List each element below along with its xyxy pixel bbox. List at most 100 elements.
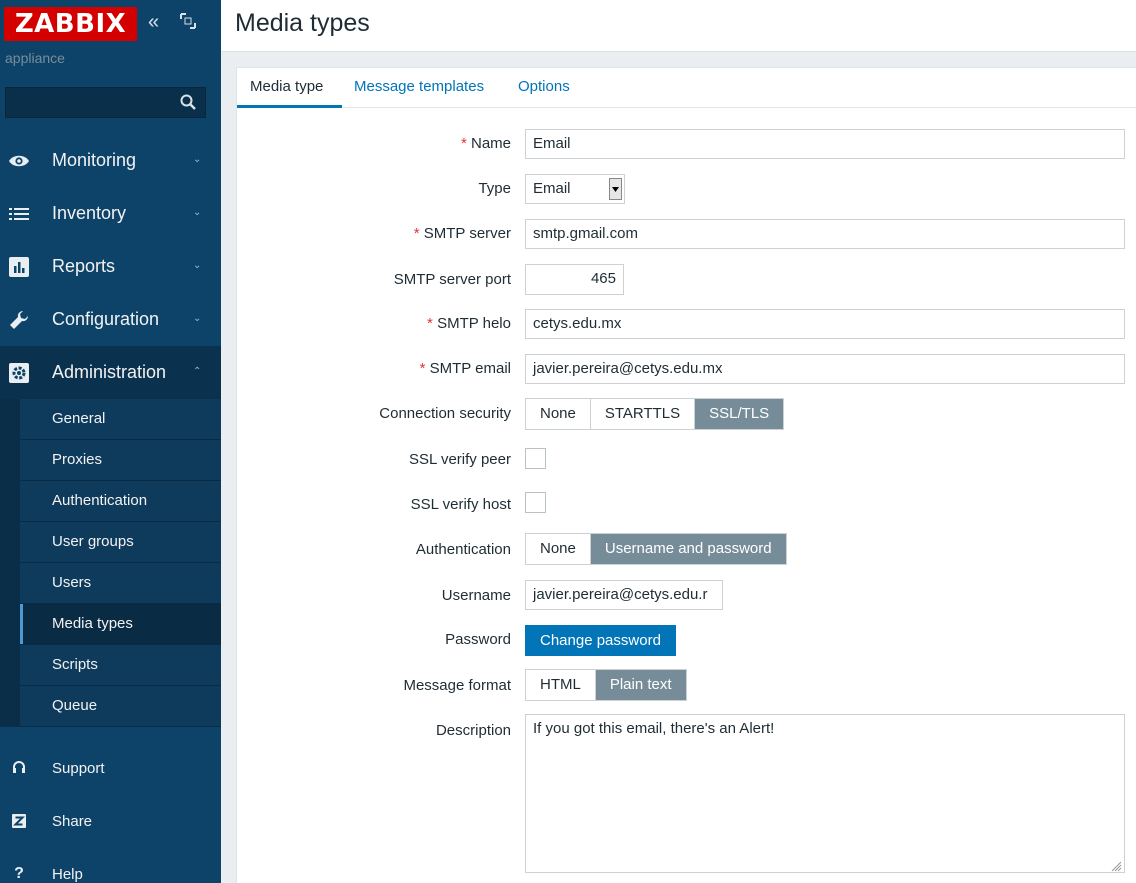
- smtp-email-input[interactable]: javier.pereira@cetys.edu.mx: [525, 354, 1125, 384]
- message-format-plain-text[interactable]: Plain text: [595, 670, 686, 700]
- name-input[interactable]: Email: [525, 129, 1125, 159]
- submenu-authentication[interactable]: Authentication: [20, 481, 221, 522]
- message-format-toggle: HTML Plain text: [525, 669, 687, 701]
- type-select-value: Email: [533, 180, 571, 197]
- menu-share[interactable]: Share: [0, 795, 221, 848]
- submenu-media-types[interactable]: Media types: [20, 604, 221, 645]
- submenu-list: General Proxies Authentication User grou…: [20, 399, 221, 727]
- menu-label: Configuration: [52, 309, 160, 329]
- server-name: appliance: [5, 50, 65, 66]
- menu-configuration[interactable]: Configuration ⌄: [0, 293, 221, 346]
- search-box: [5, 87, 206, 118]
- submenu-container: General Proxies Authentication User grou…: [0, 399, 221, 727]
- smtp-port-input[interactable]: 465: [525, 264, 624, 295]
- smtp-port-label: SMTP server port: [393, 271, 511, 288]
- menu-help[interactable]: ? Help: [0, 848, 221, 883]
- chevron-down-icon: ⌄: [193, 260, 202, 271]
- menu-label: Monitoring: [52, 150, 137, 170]
- collapse-sidebar-icon[interactable]: «: [148, 10, 159, 34]
- submenu-general[interactable]: General: [20, 399, 221, 440]
- ssl-verify-host-label: SSL verify host: [410, 496, 511, 513]
- menu-label: Support: [52, 760, 105, 777]
- password-label: Password: [445, 631, 511, 648]
- page-header: Media types: [221, 0, 1136, 52]
- smtp-helo-label-text: SMTP helo: [437, 315, 511, 332]
- required-marker: *: [460, 135, 471, 152]
- tab-media-type[interactable]: Media type: [250, 78, 323, 95]
- menu-label: Share: [52, 813, 93, 830]
- description-textarea[interactable]: If you got this email, there's an Alert!: [525, 714, 1125, 873]
- ssl-verify-host-checkbox[interactable]: [525, 492, 546, 513]
- submenu-user-groups[interactable]: User groups: [20, 522, 221, 563]
- wrench-icon: [8, 309, 30, 331]
- type-select[interactable]: Email: [525, 174, 625, 204]
- submenu-queue[interactable]: Queue: [20, 686, 221, 727]
- menu-inventory[interactable]: Inventory ⌄: [0, 187, 221, 240]
- authentication-username-password[interactable]: Username and password: [590, 534, 786, 564]
- required-marker: *: [427, 315, 438, 332]
- menu-label: Administration: [52, 362, 167, 382]
- description-text: If you got this email, there's an Alert!: [533, 720, 775, 737]
- submenu-scripts[interactable]: Scripts: [20, 645, 221, 686]
- smtp-email-label-text: SMTP email: [429, 360, 511, 377]
- username-input[interactable]: javier.pereira@cetys.edu.r: [525, 580, 723, 610]
- main-menu: Monitoring ⌄ Inventory ⌄ Reports ⌄ Confi…: [0, 134, 221, 727]
- bottom-menu: Support Share ? Help: [0, 742, 221, 883]
- smtp-helo-input[interactable]: cetys.edu.mx: [525, 309, 1125, 339]
- message-format-html[interactable]: HTML: [526, 670, 596, 700]
- share-icon: [10, 812, 28, 830]
- submenu-proxies[interactable]: Proxies: [20, 440, 221, 481]
- gear-icon: [8, 362, 30, 384]
- chevron-down-icon: ⌄: [193, 207, 202, 218]
- name-label-text: Name: [470, 135, 511, 152]
- bar-chart-icon: [8, 256, 30, 278]
- authentication-toggle: None Username and password: [525, 533, 787, 565]
- connection-security-starttls[interactable]: STARTTLS: [590, 399, 696, 429]
- zabbix-logo[interactable]: ZABBIX: [4, 7, 137, 41]
- smtp-helo-label: * SMTP helo: [427, 315, 511, 332]
- dropdown-arrow-icon[interactable]: [609, 178, 622, 200]
- search-icon[interactable]: [179, 93, 197, 111]
- description-label: Description: [435, 722, 511, 739]
- name-label: * Name: [461, 135, 511, 152]
- connection-security-ssl-tls[interactable]: SSL/TLS: [695, 399, 784, 429]
- ssl-verify-peer-checkbox[interactable]: [525, 448, 546, 469]
- active-tab-indicator: [237, 105, 342, 108]
- smtp-email-label: * SMTP email: [420, 360, 511, 377]
- type-label: Type: [478, 180, 511, 197]
- headset-icon: [10, 759, 28, 777]
- menu-monitoring[interactable]: Monitoring ⌄: [0, 134, 221, 187]
- tab-options[interactable]: Options: [518, 78, 570, 95]
- sidebar-header: ZABBIX «: [0, 0, 221, 48]
- ssl-verify-peer-label: SSL verify peer: [409, 451, 511, 468]
- tab-bar: Media type Message templates Options: [237, 68, 1136, 108]
- smtp-server-label-text: SMTP server: [423, 225, 511, 242]
- menu-support[interactable]: Support: [0, 742, 221, 795]
- message-format-label: Message format: [403, 677, 511, 694]
- connection-security-label: Connection security: [379, 405, 511, 422]
- menu-reports[interactable]: Reports ⌄: [0, 240, 221, 293]
- list-icon: [8, 203, 30, 225]
- media-type-form: Media type Message templates Options * N…: [236, 67, 1136, 883]
- menu-label: Reports: [52, 256, 116, 276]
- kiosk-mode-icon[interactable]: [180, 13, 196, 29]
- change-password-button[interactable]: Change password: [525, 625, 676, 656]
- resize-handle-icon[interactable]: [1111, 859, 1122, 872]
- menu-administration[interactable]: Administration ⌃: [0, 346, 221, 399]
- smtp-server-input[interactable]: smtp.gmail.com: [525, 219, 1125, 249]
- tab-message-templates[interactable]: Message templates: [354, 78, 484, 95]
- required-marker: *: [413, 225, 424, 242]
- administration-submenu: General Proxies Authentication User grou…: [0, 399, 221, 727]
- required-marker: *: [419, 360, 430, 377]
- sidebar: ZABBIX « appliance Monitoring ⌄ Inventor…: [0, 0, 221, 883]
- username-label: Username: [441, 587, 511, 604]
- page-title: Media types: [235, 9, 370, 37]
- submenu-users[interactable]: Users: [20, 563, 221, 604]
- connection-security-none[interactable]: None: [526, 399, 591, 429]
- chevron-down-icon: ⌄: [193, 154, 202, 165]
- search-input[interactable]: [6, 88, 176, 117]
- authentication-label: Authentication: [415, 541, 511, 558]
- authentication-none[interactable]: None: [526, 534, 591, 564]
- help-icon: ?: [14, 865, 24, 882]
- chevron-down-icon: ⌄: [193, 313, 202, 324]
